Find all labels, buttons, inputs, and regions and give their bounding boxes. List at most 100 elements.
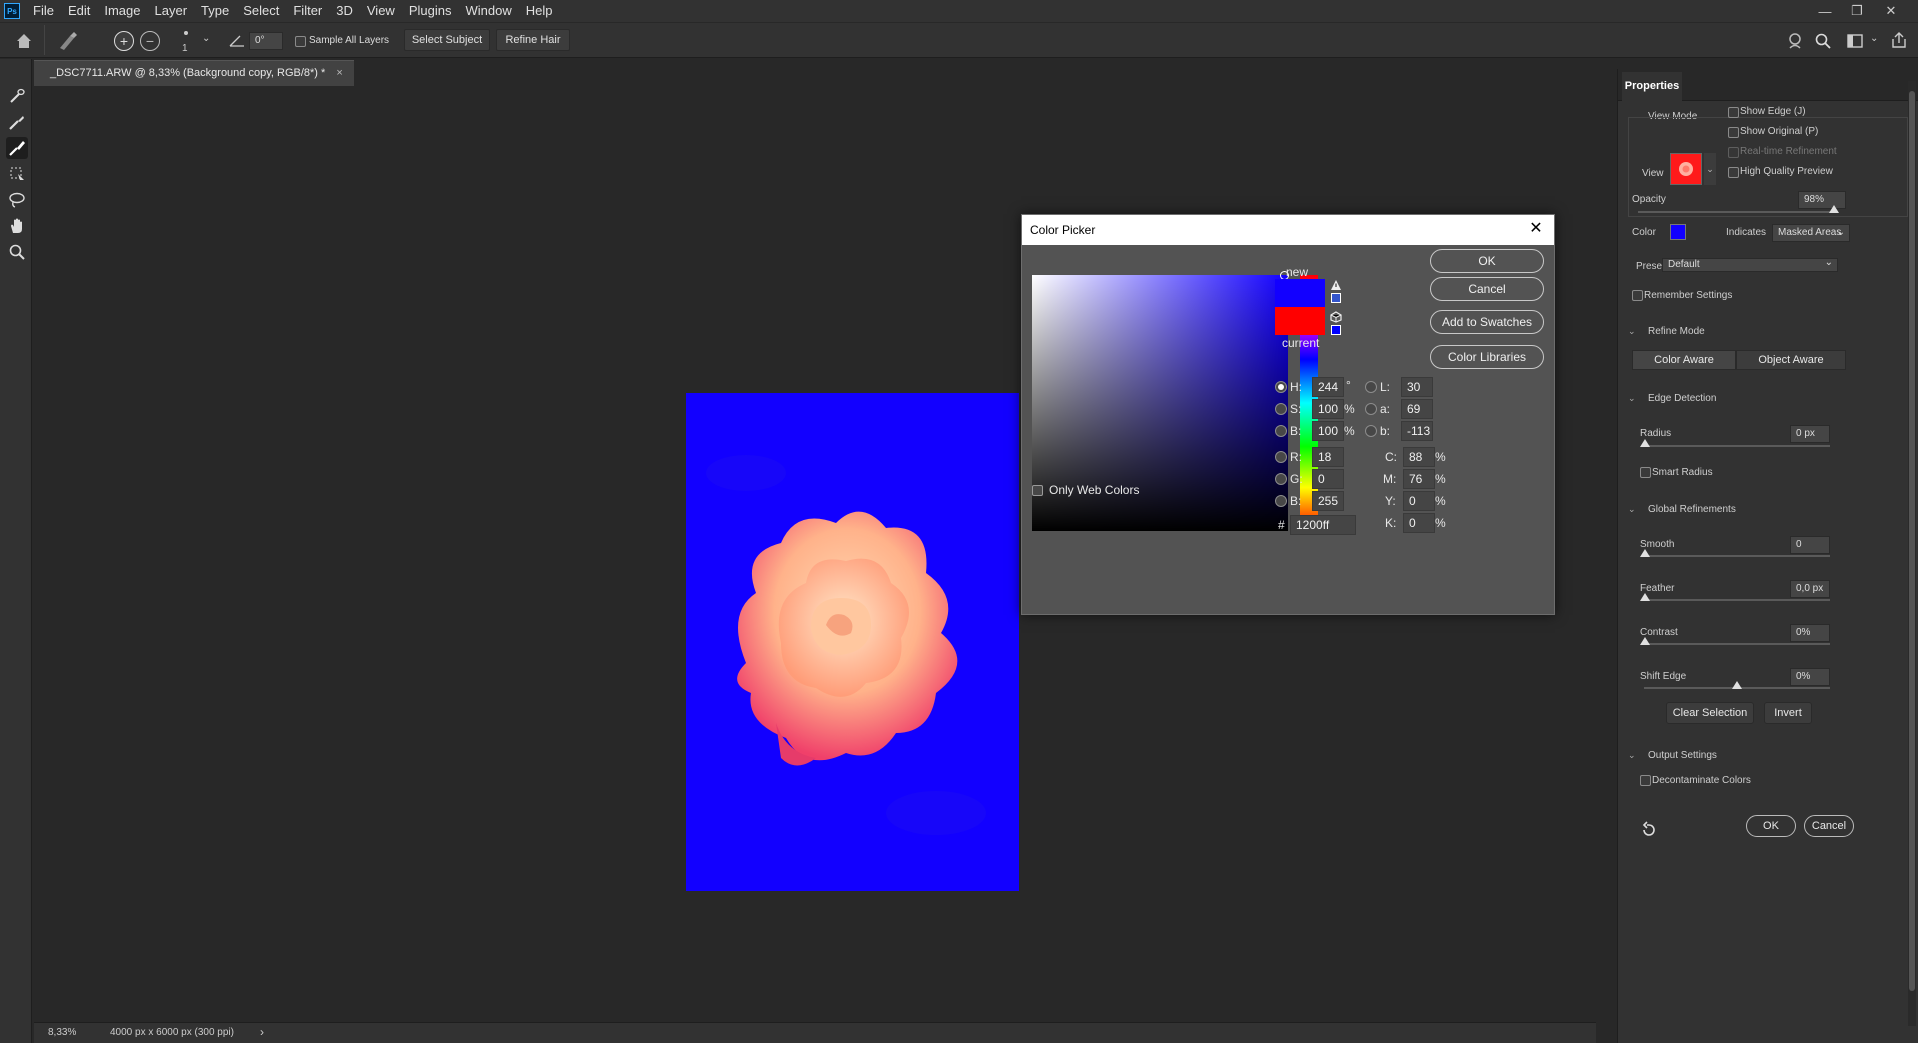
lab-b-radio[interactable] — [1365, 425, 1377, 437]
close-icon[interactable]: ✕ — [1526, 219, 1546, 239]
feather-slider-thumb[interactable] — [1640, 593, 1650, 601]
radius-input[interactable]: 0 px — [1790, 425, 1830, 443]
web-safe-color-swatch[interactable] — [1331, 325, 1341, 335]
c-input[interactable]: 88 — [1403, 447, 1435, 467]
m-input[interactable]: 76 — [1403, 469, 1435, 489]
menu-type[interactable]: Type — [194, 0, 236, 22]
quick-selection-tool-icon[interactable] — [6, 85, 28, 107]
add-to-selection-icon[interactable]: + — [114, 31, 134, 51]
properties-ok-button[interactable]: OK — [1746, 815, 1796, 837]
refine-hair-button[interactable]: Refine Hair — [496, 29, 570, 51]
edge-detection-header[interactable]: ⌄ Edge Detection — [1628, 393, 1716, 404]
menu-filter[interactable]: Filter — [286, 0, 329, 22]
shift-edge-input[interactable]: 0% — [1790, 668, 1830, 686]
l-radio[interactable] — [1365, 381, 1377, 393]
chevron-down-icon[interactable]: ⌄ — [202, 33, 210, 44]
shift-edge-slider-thumb[interactable] — [1732, 681, 1742, 689]
k-input[interactable]: 0 — [1403, 513, 1435, 533]
y-input[interactable]: 0 — [1403, 491, 1435, 511]
menu-help[interactable]: Help — [519, 0, 560, 22]
close-tab-icon[interactable]: × — [336, 67, 342, 79]
zoom-level[interactable]: 8,33% — [48, 1027, 76, 1038]
l-input[interactable]: 30 — [1401, 377, 1433, 397]
show-original-checkbox[interactable] — [1728, 127, 1739, 138]
color-aware-button[interactable]: Color Aware — [1632, 350, 1736, 370]
cancel-button[interactable]: Cancel — [1430, 277, 1544, 301]
opacity-slider-thumb[interactable] — [1829, 205, 1839, 213]
invert-button[interactable]: Invert — [1764, 702, 1812, 724]
gamut-color-swatch[interactable] — [1331, 293, 1341, 303]
menu-image[interactable]: Image — [97, 0, 147, 22]
color-libraries-button[interactable]: Color Libraries — [1430, 345, 1544, 369]
search-icon[interactable] — [1814, 32, 1832, 50]
feather-slider-track[interactable] — [1644, 599, 1830, 601]
remember-settings-checkbox[interactable] — [1632, 290, 1643, 301]
refine-brush-tool-icon[interactable] — [56, 30, 80, 52]
g-input[interactable]: 0 — [1312, 469, 1344, 489]
workspace-icon[interactable] — [1846, 32, 1864, 50]
menu-edit[interactable]: Edit — [61, 0, 97, 22]
menu-select[interactable]: Select — [236, 0, 286, 22]
lab-b-input[interactable]: -113 — [1401, 421, 1433, 441]
menu-plugins[interactable]: Plugins — [402, 0, 459, 22]
smooth-slider-thumb[interactable] — [1640, 549, 1650, 557]
menu-view[interactable]: View — [360, 0, 402, 22]
r-input[interactable]: 18 — [1312, 447, 1344, 467]
refine-mode-header[interactable]: ⌄ Refine Mode — [1628, 326, 1705, 337]
properties-scrollbar[interactable] — [1908, 81, 1916, 1026]
brush-tool-icon[interactable] — [6, 137, 28, 159]
b-input[interactable]: 100 — [1312, 421, 1344, 441]
contrast-input[interactable]: 0% — [1790, 624, 1830, 642]
a-input[interactable]: 69 — [1401, 399, 1433, 419]
close-window-icon[interactable]: ✕ — [1876, 0, 1906, 22]
out-of-gamut-warning-icon[interactable] — [1330, 279, 1342, 291]
web-safe-warning-icon[interactable] — [1330, 311, 1342, 323]
properties-cancel-button[interactable]: Cancel — [1804, 815, 1854, 837]
high-quality-preview-checkbox[interactable] — [1728, 167, 1739, 178]
global-refinements-header[interactable]: ⌄ Global Refinements — [1628, 504, 1736, 515]
radius-slider-track[interactable] — [1644, 445, 1830, 447]
indicates-select[interactable]: Masked Areas ⌄ — [1772, 224, 1850, 242]
feather-input[interactable]: 0,0 px — [1790, 580, 1830, 598]
only-web-colors-checkbox[interactable] — [1032, 485, 1043, 496]
decontaminate-colors-checkbox[interactable] — [1640, 775, 1651, 786]
s-radio[interactable] — [1275, 403, 1287, 415]
workspace-chevron-icon[interactable]: ⌄ — [1870, 33, 1878, 44]
subtract-from-selection-icon[interactable]: − — [140, 31, 160, 51]
opacity-slider-track[interactable] — [1638, 211, 1838, 213]
menu-layer[interactable]: Layer — [148, 0, 195, 22]
status-menu-arrow[interactable]: › — [260, 1025, 264, 1039]
document-tab[interactable]: _DSC7711.ARW @ 8,33% (Background copy, R… — [34, 60, 354, 86]
brush-preview-icon[interactable] — [184, 31, 188, 35]
h-radio[interactable] — [1275, 381, 1287, 393]
smooth-input[interactable]: 0 — [1790, 536, 1830, 554]
clear-selection-button[interactable]: Clear Selection — [1666, 702, 1754, 724]
tab-properties[interactable]: Properties — [1622, 72, 1682, 101]
menu-3d[interactable]: 3D — [329, 0, 360, 22]
restore-icon[interactable]: ❐ — [1842, 0, 1872, 22]
smart-radius-checkbox[interactable] — [1640, 467, 1651, 478]
document-image[interactable] — [686, 393, 1019, 891]
reset-icon[interactable] — [1640, 821, 1658, 839]
menu-window[interactable]: Window — [458, 0, 518, 22]
learn-icon[interactable] — [1786, 32, 1804, 50]
smooth-slider-track[interactable] — [1644, 555, 1830, 557]
g-radio[interactable] — [1275, 473, 1287, 485]
hand-tool-icon[interactable] — [6, 215, 28, 237]
contrast-slider-thumb[interactable] — [1640, 637, 1650, 645]
object-aware-button[interactable]: Object Aware — [1736, 350, 1846, 370]
properties-scrollbar-thumb[interactable] — [1909, 91, 1915, 991]
menu-file[interactable]: File — [26, 0, 61, 22]
preset-select[interactable]: Default ⌄ — [1662, 257, 1838, 272]
hex-input[interactable]: 1200ff — [1290, 515, 1356, 535]
ok-button[interactable]: OK — [1430, 249, 1544, 273]
share-icon[interactable] — [1890, 31, 1908, 49]
contrast-slider-track[interactable] — [1644, 643, 1830, 645]
refine-edge-brush-tool-icon[interactable] — [6, 111, 28, 133]
object-selection-tool-icon[interactable] — [6, 163, 28, 185]
sample-all-layers-checkbox[interactable] — [295, 36, 306, 47]
view-dropdown-icon[interactable]: ⌄ — [1704, 153, 1716, 185]
zoom-tool-icon[interactable] — [6, 241, 28, 263]
select-subject-button[interactable]: Select Subject — [404, 29, 490, 51]
s-input[interactable]: 100 — [1312, 399, 1344, 419]
